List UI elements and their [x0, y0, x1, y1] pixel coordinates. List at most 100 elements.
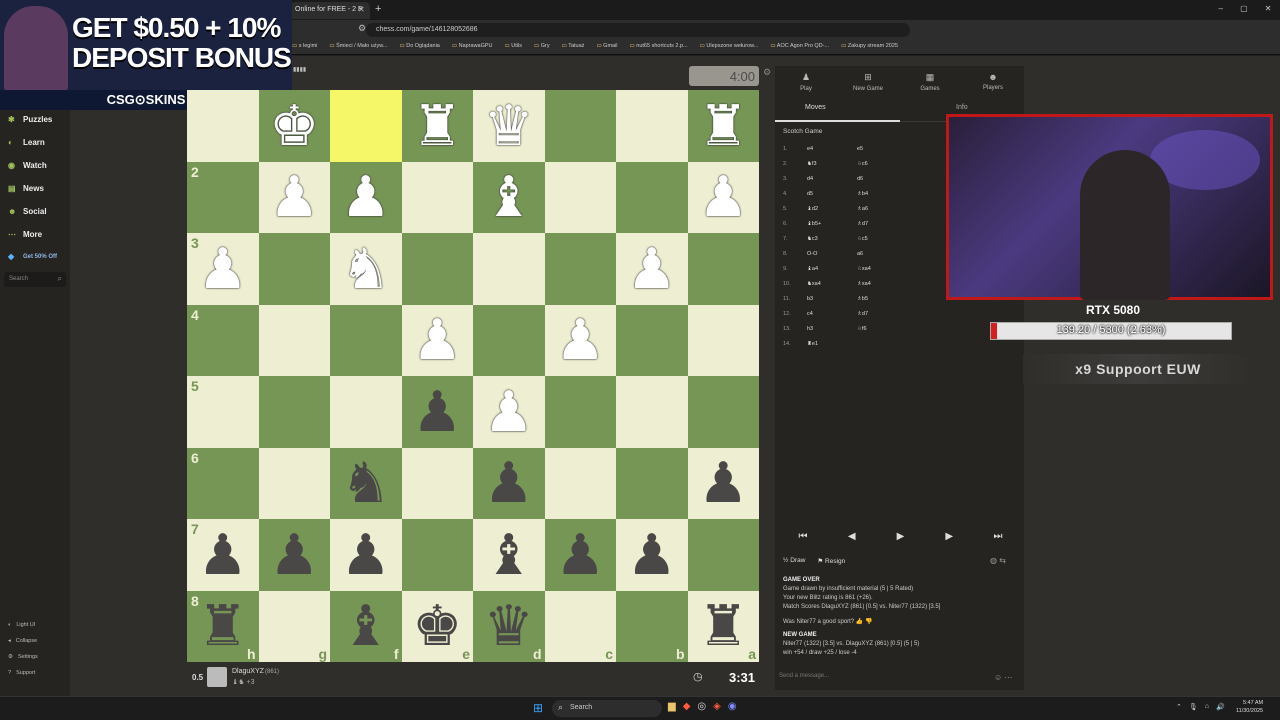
board-square[interactable] — [258, 233, 330, 305]
black-piece[interactable]: ♟ — [269, 526, 319, 583]
board-square[interactable] — [544, 90, 616, 162]
prev-move-button[interactable]: ◀ — [832, 527, 872, 547]
draw-button[interactable]: ½ Draw — [783, 557, 805, 565]
board-square[interactable]: 5 — [187, 376, 259, 448]
bookmark-item[interactable]: AOC Agon Pro QD-... — [770, 43, 829, 49]
board-square[interactable]: f ♝ — [330, 590, 402, 662]
board-square[interactable]: c — [544, 590, 616, 662]
white-piece[interactable]: ♜ — [698, 97, 748, 154]
board-square[interactable]: ♟ — [258, 161, 330, 233]
board-square[interactable]: ♞ — [330, 447, 402, 519]
bookmark-item[interactable]: Ulepszone wełurow... — [700, 43, 758, 49]
board-square[interactable]: ♛ — [473, 90, 545, 162]
next-move-button[interactable]: ▶ — [929, 527, 969, 547]
move-notation[interactable]: ♝d2 — [807, 206, 818, 212]
network-icon[interactable]: ⌂ — [1205, 703, 1209, 711]
board-square[interactable]: ♟ — [616, 519, 688, 591]
board-square[interactable] — [616, 376, 688, 448]
play-button[interactable]: ▶ — [881, 527, 921, 547]
bookmark-item[interactable]: Gry — [534, 43, 550, 49]
sidebar-item-more[interactable]: ⋯ More — [8, 230, 42, 239]
bookmark-item[interactable]: s legimi — [292, 43, 318, 49]
move-notation[interactable]: ♗b4 — [857, 191, 868, 197]
black-piece[interactable]: ♟ — [627, 526, 677, 583]
board-square[interactable] — [687, 519, 759, 591]
white-piece[interactable]: ♟ — [555, 312, 605, 368]
tab-new-game[interactable]: ⊞ New Game — [837, 72, 899, 92]
bookmark-item[interactable]: Zakupy stream 2025 — [841, 43, 898, 49]
move-notation[interactable]: e4 — [807, 146, 813, 152]
board-square[interactable]: ♞ — [330, 233, 402, 305]
first-move-button[interactable]: ⏮ — [783, 527, 823, 547]
board-square[interactable] — [330, 304, 402, 376]
close-tab-icon[interactable]: ✕ — [358, 5, 365, 14]
white-piece[interactable]: ♟ — [484, 383, 534, 440]
board-square[interactable]: ♟ — [258, 519, 330, 591]
support-link[interactable]: ? Support — [8, 670, 35, 676]
windows-start-icon[interactable]: ⊞ — [533, 701, 543, 715]
sidebar-item-learn[interactable]: ◐ Learn — [8, 138, 45, 147]
black-piece[interactable]: ♝ — [484, 526, 534, 583]
white-piece[interactable]: ♟ — [269, 169, 319, 225]
light-ui-toggle[interactable]: ◐ Light UI — [8, 622, 35, 628]
white-piece[interactable]: ♛ — [484, 97, 534, 154]
white-piece[interactable]: ♟ — [698, 169, 748, 225]
board-square[interactable] — [473, 233, 545, 305]
board-square[interactable]: ♜ — [401, 90, 473, 162]
board-square[interactable]: ♚ — [258, 90, 330, 162]
bookmark-item[interactable]: Tatuaż — [562, 43, 584, 49]
move-notation[interactable]: ♞c3 — [807, 236, 818, 242]
black-piece[interactable]: ♟ — [484, 455, 534, 511]
sidebar-item-puzzles[interactable]: ✱ Puzzles — [8, 115, 52, 124]
thumbs-up-icon[interactable]: 👍 — [856, 619, 863, 625]
white-piece[interactable]: ♜ — [412, 97, 462, 154]
move-notation[interactable]: O-O — [807, 251, 817, 257]
move-notation[interactable]: h3 — [807, 326, 813, 332]
board-square[interactable]: 4 — [187, 304, 259, 376]
new-tab-icon[interactable]: + — [375, 3, 381, 15]
board-square[interactable]: ♟ — [544, 519, 616, 591]
board-square[interactable] — [401, 161, 473, 233]
move-notation[interactable]: d4 — [807, 176, 813, 182]
resign-button[interactable]: ⚑ Resign — [817, 557, 845, 565]
board-square[interactable]: ♟ — [330, 519, 402, 591]
bookmark-item[interactable]: Do Oglądania — [399, 43, 440, 49]
bookmark-item[interactable]: Gmail — [596, 43, 617, 49]
black-piece[interactable]: ♞ — [341, 455, 391, 511]
white-piece[interactable]: ♟ — [627, 240, 677, 297]
move-notation[interactable]: ♞xa4 — [807, 281, 821, 287]
board-square[interactable]: 6 — [187, 447, 259, 519]
url-input[interactable]: chess.com/game/146128052686 — [366, 23, 910, 37]
taskbar-clock[interactable]: 5:47 AM 11/30/2025 — [1236, 699, 1263, 715]
board-square[interactable]: ♟ — [401, 376, 473, 448]
move-notation[interactable]: ♘xa4 — [857, 266, 871, 272]
move-notation[interactable]: b3 — [807, 296, 813, 302]
bookmark-item[interactable]: Utils — [505, 43, 522, 49]
board-square[interactable]: d ♛ — [473, 590, 545, 662]
board-square[interactable]: e ♚ — [401, 590, 473, 662]
black-piece[interactable]: ♜ — [198, 598, 248, 654]
white-piece[interactable]: ♝ — [484, 169, 534, 225]
folder-icon[interactable]: ▆ — [668, 701, 676, 712]
board-square[interactable]: ♟ — [544, 304, 616, 376]
move-notation[interactable]: d5 — [807, 191, 813, 197]
move-notation[interactable]: a6 — [857, 251, 863, 257]
board-square[interactable] — [473, 304, 545, 376]
move-notation[interactable]: ♝a4 — [807, 266, 818, 272]
move-notation[interactable]: ♘c6 — [857, 161, 868, 167]
close-window-icon[interactable]: ✕ — [1265, 4, 1272, 13]
minimize-icon[interactable]: – — [1219, 4, 1223, 13]
white-piece[interactable]: ♟ — [341, 169, 391, 225]
brave-icon[interactable]: ◈ — [713, 701, 721, 712]
sidebar-search-input[interactable]: Search ⌕ — [4, 272, 66, 287]
move-notation[interactable]: ♗a6 — [857, 206, 868, 212]
maximize-icon[interactable]: ▢ — [1240, 4, 1248, 13]
board-square[interactable] — [616, 161, 688, 233]
panel-tool-icons[interactable]: ◍ ⇆ — [990, 556, 1006, 565]
sidebar-item-social[interactable]: ☻ Social — [8, 207, 47, 216]
browser-icon[interactable]: ◆ — [683, 701, 691, 712]
move-notation[interactable]: ♜e1 — [807, 341, 818, 347]
board-square[interactable] — [401, 447, 473, 519]
chrome-icon[interactable]: ◎ — [697, 701, 706, 712]
black-piece[interactable]: ♚ — [412, 598, 462, 654]
